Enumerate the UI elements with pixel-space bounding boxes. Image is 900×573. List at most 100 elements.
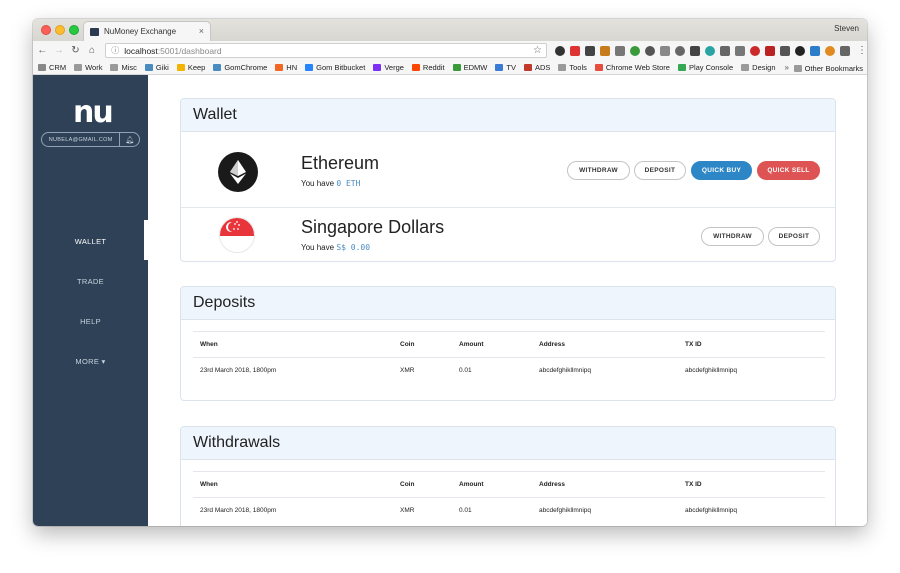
cast-extension-icon[interactable] <box>720 45 731 56</box>
minimize-window-button[interactable] <box>55 25 65 35</box>
close-window-button[interactable] <box>41 25 51 35</box>
column-header: Coin <box>393 331 452 358</box>
info-icon[interactable]: ⓘ <box>111 45 119 56</box>
balance-value: S$ 0.00 <box>336 243 371 252</box>
bell-icon[interactable]: 🔔︎ <box>119 133 139 146</box>
other-bookmarks-label: Other Bookmarks <box>804 64 863 73</box>
bookmark-item[interactable]: Verge <box>373 63 404 72</box>
bookmark-label: Misc <box>121 62 137 72</box>
bookmark-item[interactable]: Gom Bitbucket <box>305 63 365 72</box>
teal-extension-icon[interactable] <box>705 45 716 56</box>
clock-extension-icon[interactable] <box>645 45 656 56</box>
pocket-extension-icon[interactable] <box>585 45 596 56</box>
column-header: Address <box>532 331 678 358</box>
account-pill[interactable]: NUBELA@GMAIL.COM 🔔︎ <box>41 132 140 147</box>
asset-balance: You have S$ 0.00 <box>301 243 370 252</box>
bookmark-label: EDMW <box>463 62 488 72</box>
bookmark-item[interactable]: Play Console <box>677 63 733 72</box>
reload-icon[interactable]: ↻ <box>68 45 83 56</box>
browser-toolbar: ← → ↻ ⌂ ⓘ localhost:5001/dashboard ☆ ⋮ <box>33 41 867 60</box>
bookmark-label: Work <box>85 62 103 72</box>
quick-sell-button[interactable]: QUICK SELL <box>757 161 820 180</box>
pinterest-extension-icon[interactable] <box>750 45 761 56</box>
withdrawals-table: When Coin Amount Address TX ID 23rd Marc… <box>193 471 825 524</box>
bookmark-label: Chrome Web Store <box>605 62 670 72</box>
column-header: Address <box>532 471 678 498</box>
table-cell: abcdefghikllmnipq <box>685 507 738 515</box>
user-extension-icon[interactable] <box>840 45 851 56</box>
withdraw-button[interactable]: WITHDRAW <box>567 161 630 180</box>
browser-tab[interactable]: NuMoney Exchange × <box>83 21 211 41</box>
bookmark-label: Design <box>752 62 776 72</box>
blue-extension-icon[interactable] <box>810 45 821 56</box>
sidebar-item-help[interactable]: HELP <box>33 317 148 326</box>
bookmark-item[interactable]: Design <box>741 62 776 72</box>
table-cell: 23rd March 2018, 1800pm <box>200 507 277 515</box>
numoney-logo[interactable]: nu <box>73 95 114 130</box>
table-cell: 0.01 <box>459 507 472 515</box>
bookmark-item[interactable]: Reddit <box>411 63 445 72</box>
asset-row-ethereum: Ethereum You have 0 ETH WITHDRAW DEPOSIT… <box>181 132 835 208</box>
screen-extension-icon[interactable] <box>735 45 746 56</box>
green-extension-icon[interactable] <box>630 45 641 56</box>
bookmark-item[interactable]: Tools <box>558 63 587 72</box>
tab-title: NuMoney Exchange <box>104 27 177 36</box>
bookmark-label: HN <box>286 62 298 72</box>
orange-extension-icon[interactable] <box>825 45 836 56</box>
bookmark-item[interactable]: GomChrome <box>213 63 267 72</box>
bookmark-label: TV <box>506 62 516 72</box>
bookmark-icon <box>110 63 119 71</box>
ublock-extension-icon[interactable] <box>765 45 776 56</box>
bookmark-label: Gom Bitbucket <box>316 62 366 72</box>
font-extension-icon[interactable] <box>615 45 626 56</box>
bookmark-icon <box>523 63 532 71</box>
bookmark-item[interactable]: Giki <box>144 63 169 72</box>
bookmark-item[interactable]: HN <box>275 63 297 72</box>
withdraw-button[interactable]: WITHDRAW <box>701 227 764 246</box>
bookmark-item[interactable]: TV <box>495 63 516 72</box>
bookmark-star-icon[interactable]: ☆ <box>533 45 542 56</box>
bookmark-label: Verge <box>384 62 404 72</box>
bookmark-item[interactable]: Chrome Web Store <box>594 62 670 72</box>
bookmark-label: ADS <box>534 62 551 72</box>
profile-name[interactable]: Steven <box>834 24 859 33</box>
deposits-title: Deposits <box>181 287 835 320</box>
bookmark-item[interactable]: EDMW <box>452 62 488 72</box>
bookmark-item[interactable]: CRM <box>38 63 66 72</box>
column-header: Coin <box>393 471 452 498</box>
app-page: nu NUBELA@GMAIL.COM 🔔︎ WALLET TRADE HELP… <box>33 75 867 526</box>
bookmark-item[interactable]: ADS <box>523 62 551 72</box>
bookmark-item[interactable]: Work <box>74 63 102 72</box>
deposit-button[interactable]: DEPOSIT <box>634 161 686 180</box>
asset-balance: You have 0 ETH <box>301 179 360 188</box>
column-header: TX ID <box>678 471 825 498</box>
bookmark-item[interactable]: Misc <box>110 62 137 72</box>
other-bookmarks[interactable]: Other Bookmarks <box>793 64 863 73</box>
home-icon[interactable]: ⌂ <box>85 45 100 56</box>
bookmarks-overflow-chevron[interactable]: » <box>785 63 789 72</box>
sidebar-item-more[interactable]: MORE ▾ <box>33 357 148 366</box>
k-extension-icon[interactable] <box>600 45 611 56</box>
bookmark-item[interactable]: Keep <box>176 63 205 72</box>
address-bar[interactable]: ⓘ localhost:5001/dashboard ☆ <box>105 43 548 58</box>
back-arrow-icon[interactable]: ← <box>35 45 50 56</box>
sidebar-item-wallet[interactable]: WALLET <box>33 237 148 246</box>
maximize-window-button[interactable] <box>69 25 79 35</box>
browser-menu-icon[interactable]: ⋮ <box>857 45 867 56</box>
shield-extension-icon[interactable] <box>675 45 686 56</box>
deposit-button[interactable]: DEPOSIT <box>768 227 820 246</box>
tab-close-icon[interactable]: × <box>199 26 204 36</box>
dark-extension-icon[interactable] <box>795 45 806 56</box>
table-cell: abcdefghikllmnipq <box>685 367 738 375</box>
phone-extension-icon[interactable] <box>555 45 566 56</box>
account-email: NUBELA@GMAIL.COM <box>48 136 113 143</box>
sidebar-item-trade[interactable]: TRADE <box>33 277 148 286</box>
quick-buy-button[interactable]: QUICK BUY <box>691 161 752 180</box>
balance-value: 0 ETH <box>336 179 361 188</box>
glasses-extension-icon[interactable] <box>690 45 701 56</box>
camera-extension-icon[interactable] <box>660 45 671 56</box>
bookmark-icon <box>677 63 686 71</box>
forward-arrow-icon[interactable]: → <box>52 45 67 56</box>
calendar-extension-icon[interactable] <box>570 45 581 56</box>
puzzle-extension-icon[interactable] <box>780 45 791 56</box>
